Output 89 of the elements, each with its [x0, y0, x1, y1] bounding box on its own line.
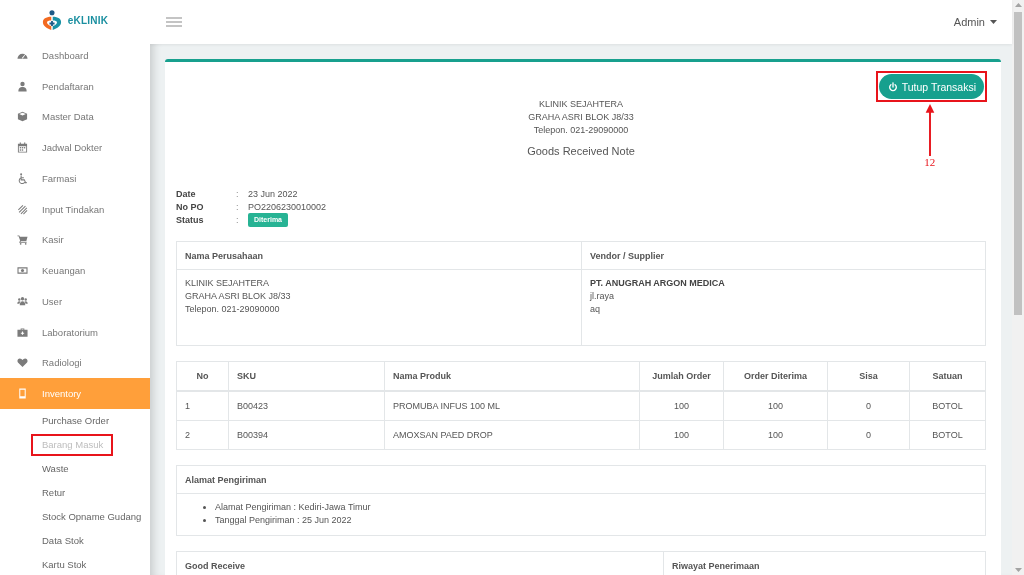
- table-cell: 100: [639, 391, 724, 421]
- panel-heading: Good Receive: [177, 552, 663, 575]
- diagonal-stripes-icon: [17, 203, 28, 215]
- table-cell: BOTOL: [909, 391, 986, 421]
- menu-icon[interactable]: [166, 17, 182, 27]
- table-cell: 0: [827, 391, 910, 421]
- submenu-item[interactable]: Retur: [42, 487, 66, 499]
- party-detail-line: Telepon. 021-29090000: [185, 303, 281, 316]
- table-cell: BOTOL: [909, 420, 986, 450]
- scroll-down-icon[interactable]: [1014, 568, 1022, 572]
- column-header: Satuan: [909, 361, 986, 391]
- party-detail-line: jl.raya: [590, 290, 615, 303]
- submenu-item[interactable]: Data Stok: [42, 535, 84, 547]
- info-value: PO2206230010002: [248, 201, 327, 212]
- nav-item[interactable]: Dashboard: [0, 40, 150, 71]
- nav-item[interactable]: Master Data: [0, 101, 150, 133]
- clinic-logo-icon: [41, 9, 62, 31]
- shipping-detail: Alamat Pengiriman : Kediri-Jawa Timur: [215, 501, 371, 514]
- nav-item[interactable]: Jadwal Dokter: [0, 132, 150, 163]
- banknote-icon: [17, 265, 28, 277]
- table-cell: 2: [176, 420, 229, 450]
- letterhead-line: Telepon. 021-29090000: [532, 124, 630, 137]
- info-label: Date: [176, 188, 196, 199]
- nav-item[interactable]: Farmasi: [0, 163, 150, 194]
- nav-item[interactable]: Keuangan: [0, 255, 150, 286]
- scrollbar-thumb[interactable]: [1014, 12, 1022, 315]
- column-header: SKU: [228, 361, 385, 391]
- table-cell: B00394: [228, 420, 385, 450]
- calendar-icon: [17, 142, 28, 154]
- medical-bag-icon: [17, 326, 28, 338]
- scrollbar[interactable]: [1012, 0, 1024, 575]
- table-cell: 100: [723, 420, 828, 450]
- panel-heading: Nama Perusahaan: [177, 242, 581, 270]
- table-cell: AMOXSAN PAED DROP: [384, 420, 640, 450]
- bullet-icon: [203, 506, 206, 509]
- panel-heading: Alamat Pengiriman: [177, 466, 985, 494]
- info-label: Status: [176, 214, 204, 225]
- info-label: No PO: [176, 201, 204, 212]
- shipping-detail: Tanggal Pengiriman : 25 Jun 2022: [215, 514, 352, 527]
- scroll-up-icon[interactable]: [1014, 3, 1022, 7]
- info-separator: :: [236, 201, 239, 212]
- person-icon: [17, 80, 28, 92]
- nav-item[interactable]: Input Tindakan: [0, 193, 150, 225]
- table-cell: B00423: [228, 391, 385, 421]
- party-detail-line: aq: [590, 303, 601, 316]
- nav-item[interactable]: Laboratorium: [0, 316, 150, 348]
- column-header: Sisa: [827, 361, 910, 391]
- column-header: Order Diterima: [723, 361, 828, 391]
- brand-name: eKLINIK: [67, 14, 109, 26]
- user-menu-button[interactable]: Admin: [953, 16, 997, 28]
- submenu-item[interactable]: Stock Opname Gudang: [42, 511, 142, 523]
- wheelchair-icon: [17, 172, 28, 184]
- callout-arrow: [924, 104, 935, 156]
- table-cell: 100: [639, 420, 724, 450]
- column-header: Nama Produk: [384, 361, 640, 391]
- callout-label: 12: [924, 156, 936, 168]
- users-icon: [17, 295, 28, 307]
- nav-item[interactable]: Pendaftaran: [0, 70, 150, 102]
- party-detail-line: GRAHA ASRI BLOK J8/33: [185, 290, 292, 303]
- table-cell: PROMUBA INFUS 100 ML: [384, 391, 640, 421]
- table-cell: 0: [827, 420, 910, 450]
- vendor-name: PT. ANUGRAH ARGON MEDICA: [590, 277, 726, 290]
- nav-item[interactable]: Kasir: [0, 224, 150, 256]
- cart-icon: [17, 234, 28, 246]
- info-separator: :: [236, 214, 239, 225]
- cube-icon: [17, 111, 28, 123]
- submenu-item[interactable]: Kartu Stok: [42, 559, 87, 571]
- power-icon: [887, 81, 898, 92]
- nav-item[interactable]: User: [0, 286, 150, 317]
- panel-heading: Riwayat Penerimaan: [663, 552, 985, 575]
- tablet-icon: [17, 388, 28, 400]
- table-cell: 100: [723, 391, 828, 421]
- column-header: Jumlah Order: [639, 361, 724, 391]
- bullet-icon: [203, 519, 206, 522]
- document-title: Goods Received Note: [526, 144, 636, 158]
- submenu-item[interactable]: Purchase Order: [42, 415, 110, 427]
- table-cell: 1: [176, 391, 229, 421]
- nav-item[interactable]: Radiologi: [0, 347, 150, 379]
- caret-icon: [990, 20, 997, 24]
- heart-icon: [17, 357, 28, 369]
- panel-heading: Vendor / Supplier: [581, 242, 985, 270]
- letterhead-line: GRAHA ASRI BLOK J8/33: [527, 111, 635, 124]
- info-separator: :: [236, 188, 239, 199]
- close-transaction-button[interactable]: Tutup Transaksi: [878, 74, 984, 99]
- letterhead-line: KLINIK SEJAHTERA: [538, 98, 624, 111]
- party-detail-line: KLINIK SEJAHTERA: [185, 277, 271, 290]
- column-header: No: [176, 361, 229, 391]
- info-value: 23 Jun 2022: [248, 188, 298, 199]
- submenu-item[interactable]: Waste: [42, 463, 69, 475]
